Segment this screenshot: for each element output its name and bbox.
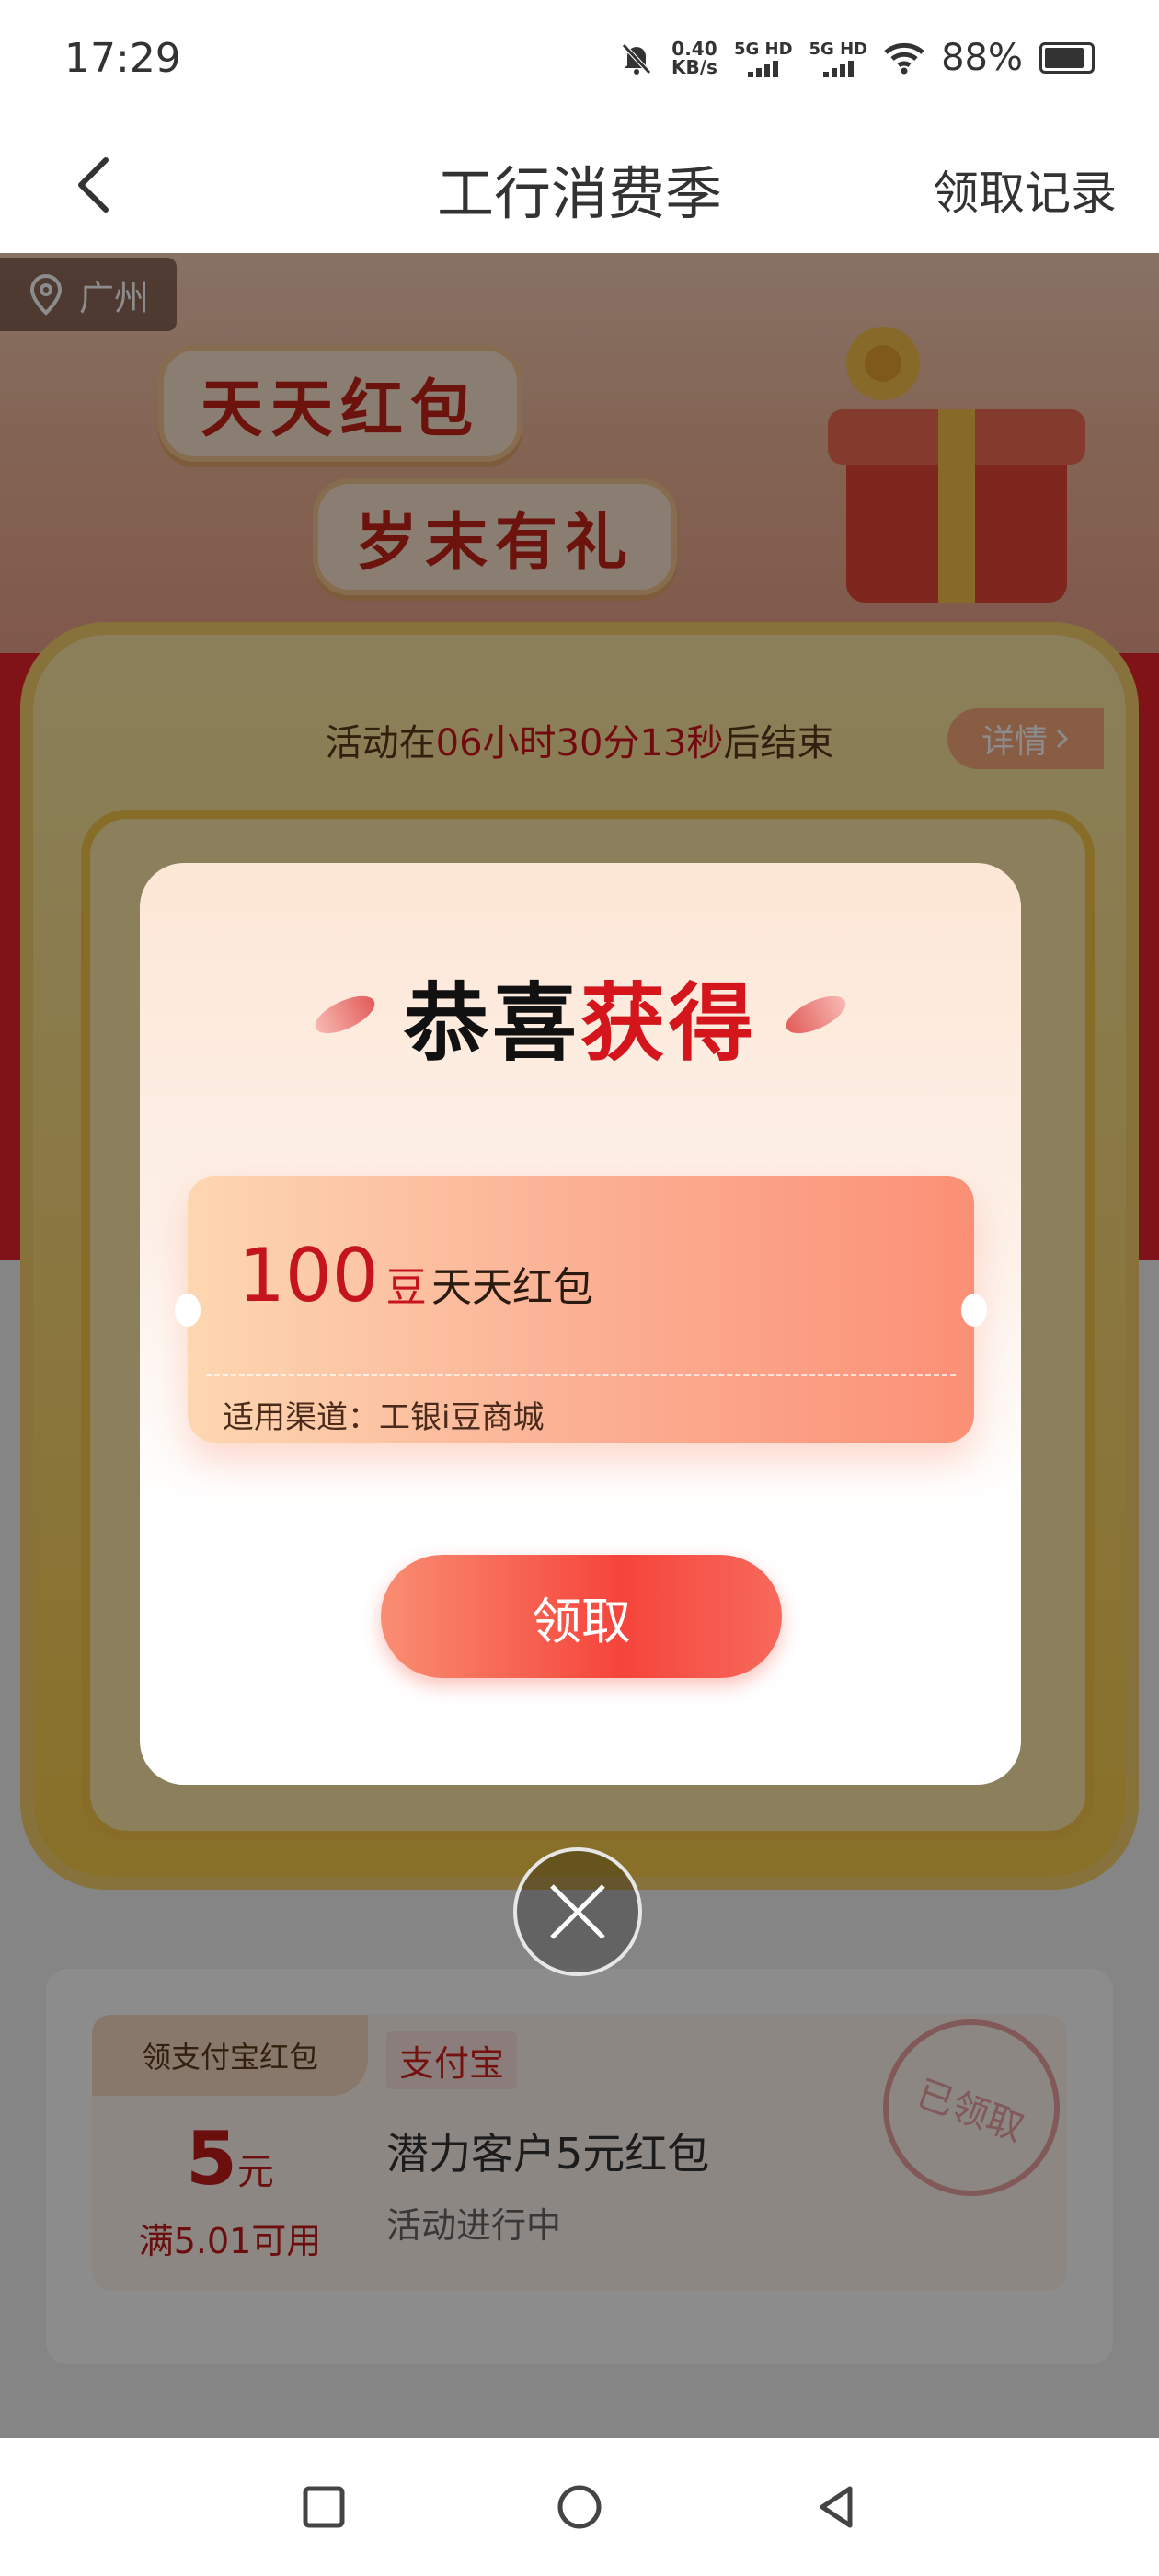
sim2-signal: 5G HD	[809, 39, 868, 77]
status-bar: 17:29 0.40 KB/s 5G HD 5G HD 88%	[0, 0, 1159, 120]
modal-title: 恭喜获得	[140, 955, 1021, 1077]
sim1-signal: 5G HD	[734, 40, 793, 77]
claim-records-link[interactable]: 领取记录	[933, 156, 1117, 223]
prize-ticket: 100 豆 天天红包 适用渠道：工银i豆商城	[175, 1176, 987, 1443]
prize-channel: 适用渠道：工银i豆商城	[223, 1399, 545, 1436]
prize-name: 天天红包	[431, 1264, 593, 1311]
mute-bell-icon	[622, 43, 651, 75]
sim1-label: 5G HD	[733, 39, 793, 59]
recent-apps-icon[interactable]	[296, 2479, 351, 2535]
net-speed-unit: KB/s	[671, 56, 717, 78]
prize-unit: 豆	[385, 1264, 427, 1311]
prize-amount: 100 豆	[238, 1233, 427, 1318]
modal-title-black: 恭喜	[403, 974, 580, 1073]
ticket-notch-right	[961, 1294, 987, 1327]
sim2-label: 5G HD	[809, 39, 868, 59]
back-triangle-icon[interactable]	[809, 2479, 865, 2535]
wifi-icon	[884, 42, 924, 75]
ticket-divider	[206, 1374, 956, 1376]
status-icons: 0.40 KB/s 5G HD 5G HD 88%	[618, 37, 1095, 79]
home-icon[interactable]	[552, 2479, 607, 2535]
close-icon	[550, 1884, 605, 1939]
battery-icon	[1039, 42, 1095, 74]
prize-modal: 恭喜获得 100 豆 天天红包 适用渠道：工银i豆商城 领取	[140, 863, 1021, 1785]
status-time: 17:29	[64, 35, 181, 82]
net-speed: 0.40 KB/s	[671, 40, 717, 76]
net-speed-value: 0.40	[671, 38, 717, 60]
close-modal-button[interactable]	[513, 1847, 642, 1976]
battery-percent: 88%	[941, 37, 1023, 79]
claim-button[interactable]: 领取	[381, 1555, 782, 1678]
signal-bars-icon	[748, 60, 779, 77]
prize-value: 100	[238, 1233, 379, 1318]
system-nav-bar	[0, 2438, 1159, 2576]
modal-title-red: 获得	[580, 974, 758, 1073]
ticket-notch-left	[175, 1294, 201, 1327]
signal-bars-icon	[822, 60, 854, 77]
nav-bar: 工行消费季 领取记录	[0, 120, 1159, 253]
